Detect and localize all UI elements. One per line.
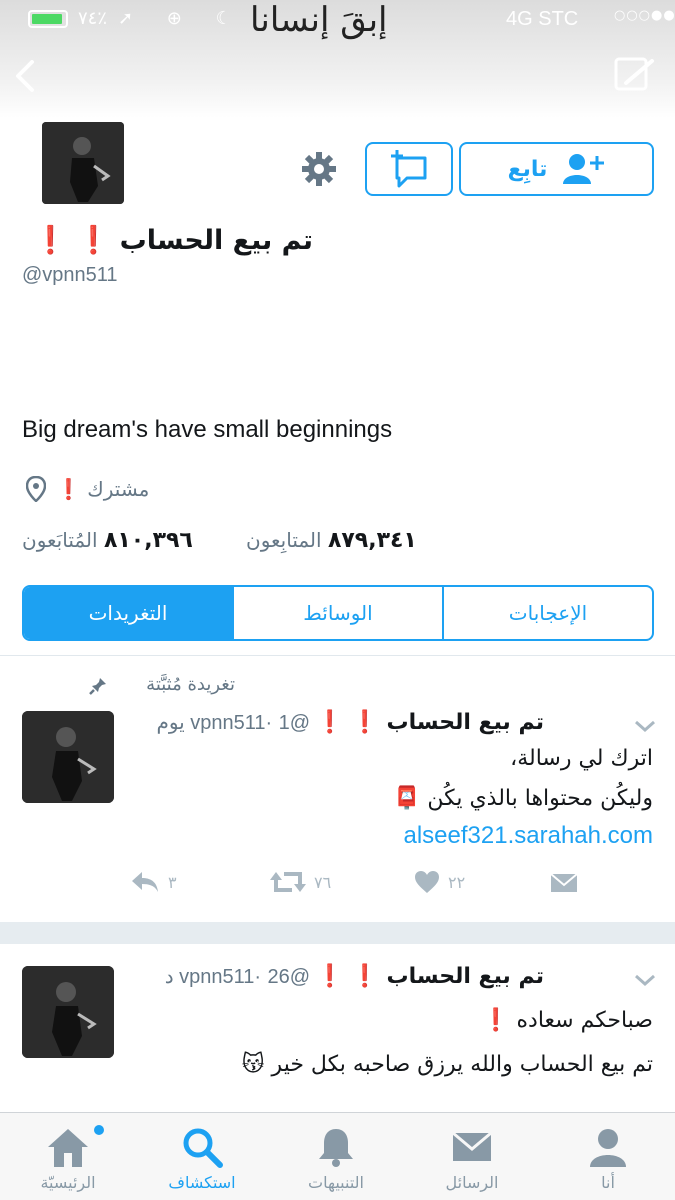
profile-handle: @vpnn511 xyxy=(22,264,118,286)
back-chevron-icon[interactable] xyxy=(12,58,38,103)
search-icon xyxy=(183,1128,223,1168)
tweet-text-line: اترك لي رسالة، xyxy=(510,746,653,771)
chevron-down-icon[interactable] xyxy=(632,716,658,736)
following-number: ٨١٠,٣٩٦ xyxy=(103,528,193,553)
tweet-link[interactable]: alseef321.sarahah.com xyxy=(404,822,654,850)
tweet-handle: @vpnn511 xyxy=(179,966,311,988)
profile-location: مشترك ❗ xyxy=(26,474,149,504)
status-bar: ٧٤٪ ➚ ⊕ ☾ 4G STC ○○○●● xyxy=(0,6,675,32)
reply-button[interactable]: ٣ xyxy=(130,870,177,894)
status-icons: ➚ ⊕ ☾ xyxy=(118,8,246,29)
notification-dot xyxy=(94,1125,104,1135)
tabbar-messages[interactable]: الرسائل xyxy=(412,1113,532,1200)
profile-display-name: تم بيع الحساب ❗ ❗ xyxy=(33,225,313,256)
tweet-author-name: تم بيع الحساب ❗ ❗ xyxy=(316,710,544,735)
tweet-text-line: وليكُن محتواها بالذي يكُن 📮 xyxy=(393,786,653,811)
bottom-tab-bar: أنا الرسائل التنبيهات استكشاف الرئيسيّة xyxy=(0,1112,675,1200)
tabbar-label: التنبيهات xyxy=(308,1173,364,1192)
follow-label: تابِع xyxy=(507,156,548,182)
like-button[interactable]: ٢٢ xyxy=(414,870,465,894)
profile-avatar[interactable] xyxy=(42,122,124,204)
profile-banner: إبقَ إنسانا ٧٤٪ ➚ ⊕ ☾ 4G STC ○○○●● xyxy=(0,0,675,118)
direct-message-icon xyxy=(391,150,427,188)
tab-media[interactable]: الوسائط xyxy=(232,587,442,639)
tweet-author-name: تم بيع الحساب ❗ ❗ xyxy=(316,964,544,989)
carrier-label: 4G STC xyxy=(506,8,579,30)
tweet-actions: ٣ ٧٦ ٢٢ xyxy=(0,870,675,906)
tabbar-home[interactable]: الرئيسيّة xyxy=(8,1113,128,1200)
tabbar-label: الرسائل xyxy=(445,1173,499,1192)
tabbar-me[interactable]: أنا xyxy=(548,1113,668,1200)
signal-strength: ○○○●● xyxy=(614,8,675,23)
tab-tweets[interactable]: التغريدات xyxy=(24,587,232,639)
divider xyxy=(0,655,675,656)
location-text: مشترك ❗ xyxy=(56,477,150,501)
add-user-icon xyxy=(563,154,605,184)
tabbar-label: استكشاف xyxy=(168,1173,236,1192)
tabbar-explore[interactable]: استكشاف xyxy=(142,1113,262,1200)
pinned-label: تغريدة مُثبَّتة xyxy=(146,674,235,695)
envelope-icon xyxy=(550,873,578,892)
envelope-icon xyxy=(452,1131,492,1161)
tabbar-label: أنا xyxy=(601,1173,615,1192)
reply-icon xyxy=(132,872,158,892)
tweet-avatar[interactable] xyxy=(22,966,114,1058)
like-count: ٢٢ xyxy=(448,872,466,892)
tweet-text-line: تم بيع الحساب والله يرزق صاحبه بكل خير 😽 xyxy=(241,1052,653,1077)
tweet-header: تم بيع الحساب ❗ ❗ @vpnn511· 26 د xyxy=(164,964,544,989)
share-dm-button[interactable] xyxy=(550,870,578,894)
retweet-icon xyxy=(270,872,306,892)
person-icon xyxy=(590,1129,626,1167)
profile-tabs: التغريدات الوسائط الإعجابات xyxy=(22,585,654,641)
following-label: المُتابَعون xyxy=(22,528,98,552)
tweet-header: تم بيع الحساب ❗ ❗ @vpnn511· 1 يوم xyxy=(156,710,544,735)
direct-message-button[interactable] xyxy=(365,142,453,196)
reply-count: ٣ xyxy=(168,872,177,892)
tweet-handle: @vpnn511 xyxy=(190,712,311,734)
tabbar-label: الرئيسيّة xyxy=(40,1173,96,1192)
tweet-separator xyxy=(0,922,675,944)
heart-icon xyxy=(415,871,439,893)
profile-bio: Big dream's have small beginnings xyxy=(22,416,393,443)
bell-icon xyxy=(319,1129,353,1167)
pin-icon xyxy=(89,674,106,695)
gear-icon[interactable] xyxy=(300,150,338,188)
followers-number: ٨٧٩,٣٤١ xyxy=(327,528,417,553)
tabbar-notifications[interactable]: التنبيهات xyxy=(276,1113,396,1200)
compose-icon[interactable] xyxy=(612,55,656,95)
tweet-text-line: صباحكم سعاده ❗ xyxy=(482,1008,653,1033)
followers-count[interactable]: ٨٧٩,٣٤١ المتابِعون xyxy=(246,528,417,553)
follow-button[interactable]: تابِع xyxy=(459,142,654,196)
chevron-down-icon[interactable] xyxy=(632,970,658,990)
location-pin-icon xyxy=(26,476,46,502)
retweet-count: ٧٦ xyxy=(314,872,332,892)
retweet-button[interactable]: ٧٦ xyxy=(270,870,331,894)
tweet-avatar[interactable] xyxy=(22,711,114,803)
home-icon xyxy=(48,1129,88,1167)
followers-label: المتابِعون xyxy=(246,528,322,552)
battery-icon xyxy=(28,10,68,28)
following-count[interactable]: ٨١٠,٣٩٦ المُتابَعون xyxy=(22,528,193,553)
tab-likes[interactable]: الإعجابات xyxy=(442,587,652,639)
battery-percent: ٧٤٪ xyxy=(78,8,108,29)
